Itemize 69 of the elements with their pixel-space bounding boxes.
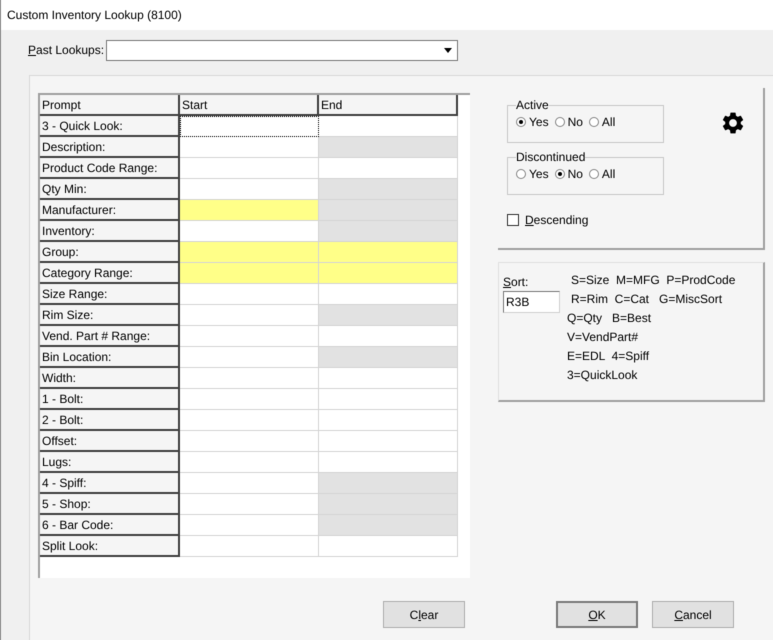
sort-key-legend: E=EDL 4=Spiff [567, 347, 736, 366]
end-cell[interactable] [319, 116, 458, 137]
radio-icon[interactable] [516, 117, 526, 127]
end-cell[interactable] [319, 389, 458, 410]
sort-key-legend: 3=QuickLook [567, 366, 736, 385]
prompt-cell: Lugs: [40, 452, 180, 473]
prompt-cell: 3 - Quick Look: [40, 116, 180, 137]
column-header: Start [180, 95, 319, 116]
end-cell[interactable] [319, 410, 458, 431]
sort-key-legend: V=VendPart# [567, 328, 736, 347]
clear-button[interactable]: Clear [383, 601, 465, 628]
prompt-cell: Category Range: [40, 263, 180, 284]
window-title: Custom Inventory Lookup (8100) [7, 7, 182, 24]
prompt-cell: Manufacturer: [40, 200, 180, 221]
prompt-cell: Inventory: [40, 221, 180, 242]
prompt-cell: Split Look: [40, 536, 180, 557]
cancel-button[interactable]: Cancel [652, 601, 734, 628]
end-cell[interactable] [319, 536, 458, 557]
sort-key-legend: Q=Qty B=Best [567, 309, 736, 328]
radio-icon[interactable] [554, 117, 565, 127]
radio-icon[interactable] [554, 169, 565, 179]
group-title: Active [516, 99, 549, 111]
past-lookups-dropdown[interactable] [106, 40, 458, 60]
prompt-cell: Width: [40, 368, 180, 389]
radio-icon[interactable] [588, 117, 599, 127]
prompt-cell: Description: [40, 137, 180, 158]
prompt-cell: Bin Location: [40, 347, 180, 368]
sort-field[interactable]: R3B [503, 291, 560, 313]
descending-checkbox[interactable]: Descending [507, 211, 763, 229]
prompt-cell: Rim Size: [40, 305, 180, 326]
end-cell[interactable] [319, 431, 458, 452]
end-cell[interactable] [319, 326, 458, 347]
end-cell[interactable] [319, 158, 458, 179]
prompt-cell: Size Range: [40, 284, 180, 305]
column-header: End [319, 95, 458, 116]
radio-option[interactable]: All [588, 165, 616, 183]
end-cell[interactable] [319, 284, 458, 305]
sort-label: Sort: [503, 274, 530, 291]
prompt-cell: Vend. Part # Range: [40, 326, 180, 347]
end-cell[interactable] [319, 452, 458, 473]
prompt-cell: 5 - Shop: [40, 494, 180, 515]
radio-option[interactable]: Yes [516, 113, 549, 131]
dropdown-arrow-icon [444, 48, 452, 52]
prompt-cell: 4 - Spiff: [40, 473, 180, 494]
end-cell[interactable] [319, 263, 458, 284]
prompt-cell: Qty Min: [40, 179, 180, 200]
end-cell[interactable] [319, 368, 458, 389]
past-lookups-label: Past Lookups: [28, 42, 104, 59]
prompt-cell: Offset: [40, 431, 180, 452]
radio-icon[interactable] [588, 169, 599, 179]
checkbox-icon[interactable] [507, 214, 519, 226]
prompt-cell: Product Code Range: [40, 158, 180, 179]
sort-key-legend: S=Size M=MFG P=ProdCode [571, 271, 736, 290]
prompt-cell: Group: [40, 242, 180, 263]
settings-icon[interactable] [720, 110, 746, 136]
prompt-cell: 1 - Bolt: [40, 389, 180, 410]
start-cell[interactable] [180, 116, 319, 137]
radio-option[interactable]: All [588, 113, 616, 131]
ok-button[interactable]: OK [556, 601, 638, 628]
radio-option[interactable]: No [554, 113, 583, 131]
prompt-cell: 6 - Bar Code: [40, 515, 180, 536]
group-title: Discontinued [516, 151, 586, 163]
radio-option[interactable]: No [554, 165, 583, 183]
radio-option[interactable]: Yes [516, 165, 549, 183]
radio-icon[interactable] [516, 169, 526, 179]
prompt-cell: 2 - Bolt: [40, 410, 180, 431]
end-cell[interactable] [319, 242, 458, 263]
column-header: Prompt [40, 95, 180, 116]
sort-key-legend: R=Rim C=Cat G=MiscSort [571, 290, 736, 309]
